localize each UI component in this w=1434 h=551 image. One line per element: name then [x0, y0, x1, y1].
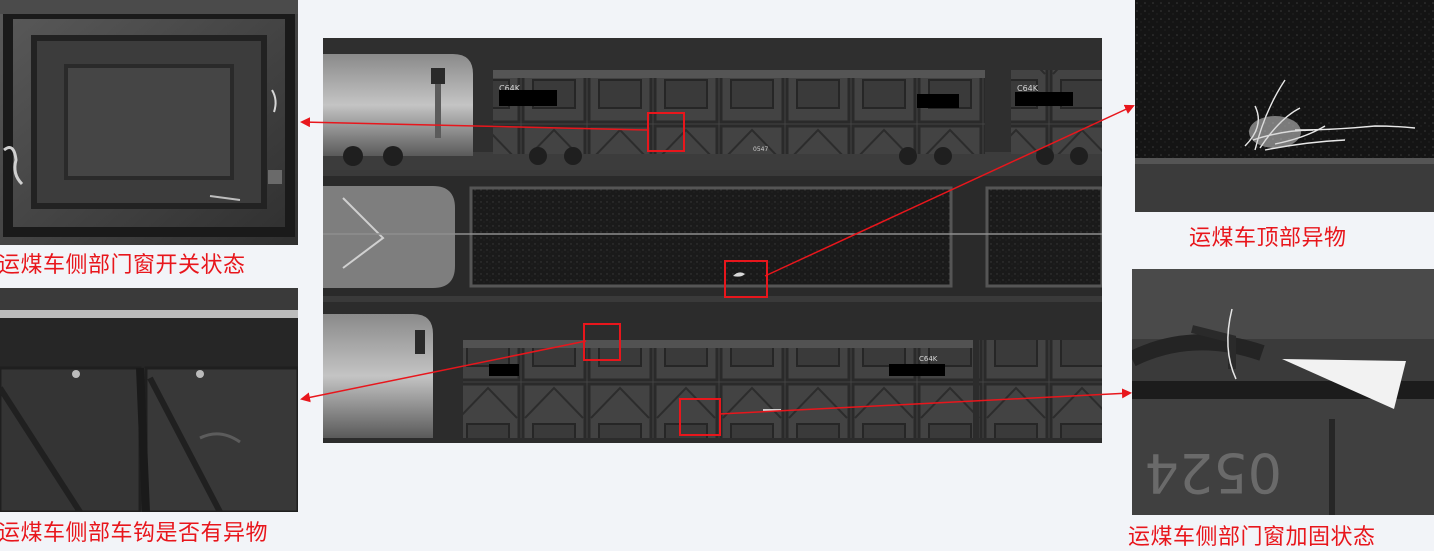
lane1-car-b-model: C64K	[1017, 84, 1039, 93]
train-overview-image: C64K 0547 C64K C64K	[323, 38, 1102, 443]
door-window-closeup-image	[0, 0, 298, 245]
caption-door-window-open-close: 运煤车侧部门窗开关状态	[0, 253, 246, 278]
highlight-box-reinforcement	[679, 398, 721, 436]
highlight-box-coupler	[583, 323, 621, 361]
lane3-car-a-model: C64K	[919, 355, 938, 363]
lane1-car-a-number: 0547	[753, 146, 768, 153]
coupler-closeup-image	[0, 288, 298, 512]
reinforcement-panel-number: 0524	[1145, 441, 1282, 504]
top-foreign-object-closeup-image	[1135, 0, 1434, 212]
caption-door-window-reinforcement: 运煤车侧部门窗加固状态	[1128, 525, 1376, 550]
highlight-box-top-foreign-object	[724, 260, 768, 298]
door-window-reinforcement-closeup-image: 0524	[1132, 269, 1434, 515]
highlight-box-door-window	[647, 112, 685, 152]
caption-top-foreign-object: 运煤车顶部异物	[1189, 226, 1347, 251]
caption-coupler-foreign-object: 运煤车侧部车钩是否有异物	[0, 521, 269, 546]
